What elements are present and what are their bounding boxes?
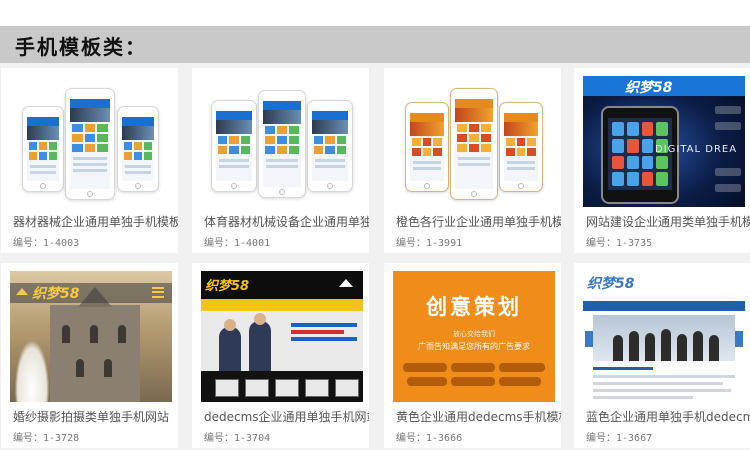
card-id: 编号：1-4003 <box>13 238 80 249</box>
banner-tagline: 广而告知满足您所有的广告要求 <box>418 342 530 351</box>
card-title[interactable]: 黄色企业通用dedecms手机模板 <box>396 408 561 425</box>
template-thumbnail[interactable]: 织梦58 <box>583 271 745 402</box>
card-title[interactable]: 器材器械企业通用单独手机模板 <box>13 213 178 230</box>
phone-mockup <box>405 102 449 192</box>
site-logo: 织梦58 <box>32 286 80 302</box>
section-title: 手机模板类： <box>15 35 147 59</box>
menu-icon <box>152 287 164 298</box>
phone-mockup <box>211 100 257 192</box>
phone-mockup <box>307 100 353 192</box>
section-header: 手机模板类： <box>0 26 750 63</box>
banner-headline: 创意策划 <box>426 295 522 319</box>
template-thumbnail[interactable]: 织梦58 <box>201 271 363 402</box>
template-thumbnail[interactable]: 创意策划 放心交给我们 广而告知满足您所有的广告要求 <box>393 271 555 402</box>
template-card[interactable]: 织梦58 蓝色企业通用单独手机dedecms模 编号：1-3667 <box>574 263 750 448</box>
template-thumbnail[interactable] <box>393 76 555 207</box>
template-thumbnail[interactable]: 织梦58 DIGITAL DREA <box>583 76 745 207</box>
prev-arrow-icon <box>585 331 593 347</box>
phone-mockup <box>65 88 115 200</box>
card-title[interactable]: 婚纱摄影拍摄类单独手机网站 <box>13 408 178 425</box>
template-card[interactable]: 织梦58 DIGITAL DREA 网站建设企业通用类单独手机模 编号：1-37… <box>574 68 750 253</box>
template-card[interactable]: 织梦58 dedecms企业通用单独手机网站模 编号：1-3704 <box>192 263 369 448</box>
card-id: 编号：1-4001 <box>204 238 271 249</box>
phone-mockup <box>450 88 498 200</box>
home-icon <box>16 288 28 295</box>
card-title[interactable]: dedecms企业通用单独手机网站模 <box>204 408 369 425</box>
banner-subtitle: 放心交给我们 <box>453 330 495 338</box>
card-id: 编号：1-3667 <box>586 433 653 444</box>
card-title[interactable]: 体育器材机械设备企业通用单独 <box>204 213 369 230</box>
card-title[interactable]: 蓝色企业通用单独手机dedecms模 <box>586 408 750 425</box>
phone-mockup <box>258 90 306 198</box>
site-logo: 织梦58 <box>625 80 673 96</box>
template-card[interactable]: 创意策划 放心交给我们 广而告知满足您所有的广告要求 黄色企业通用dedecms… <box>384 263 561 448</box>
template-thumbnail[interactable]: 织梦58 <box>10 271 172 402</box>
card-id: 编号：1-3728 <box>13 433 80 444</box>
phone-mockup <box>22 106 64 192</box>
next-arrow-icon <box>735 331 743 347</box>
card-id: 编号：1-3666 <box>396 433 463 444</box>
site-logo: 织梦58 <box>587 276 635 292</box>
template-thumbnail[interactable] <box>201 76 363 207</box>
card-title[interactable]: 橙色各行业企业通用单独手机模 <box>396 213 561 230</box>
banner-text: DIGITAL DREA <box>655 144 738 155</box>
phone-mockup <box>601 106 679 204</box>
site-logo: 织梦58 <box>205 279 250 294</box>
phone-mockup <box>117 106 159 192</box>
template-thumbnail[interactable] <box>10 76 172 207</box>
card-id: 编号：1-3735 <box>586 238 653 249</box>
card-id: 编号：1-3991 <box>396 238 463 249</box>
template-card[interactable]: 织梦58 婚纱摄影拍摄类单独手机网站 编号：1-3728 <box>1 263 178 448</box>
home-icon <box>339 279 353 287</box>
template-card[interactable]: 器材器械企业通用单独手机模板 编号：1-4003 <box>1 68 178 253</box>
card-title[interactable]: 网站建设企业通用类单独手机模 <box>586 213 750 230</box>
phone-mockup <box>499 102 543 192</box>
card-id: 编号：1-3704 <box>204 433 271 444</box>
template-card[interactable]: 橙色各行业企业通用单独手机模 编号：1-3991 <box>384 68 561 253</box>
template-card[interactable]: 体育器材机械设备企业通用单独 编号：1-4001 <box>192 68 369 253</box>
